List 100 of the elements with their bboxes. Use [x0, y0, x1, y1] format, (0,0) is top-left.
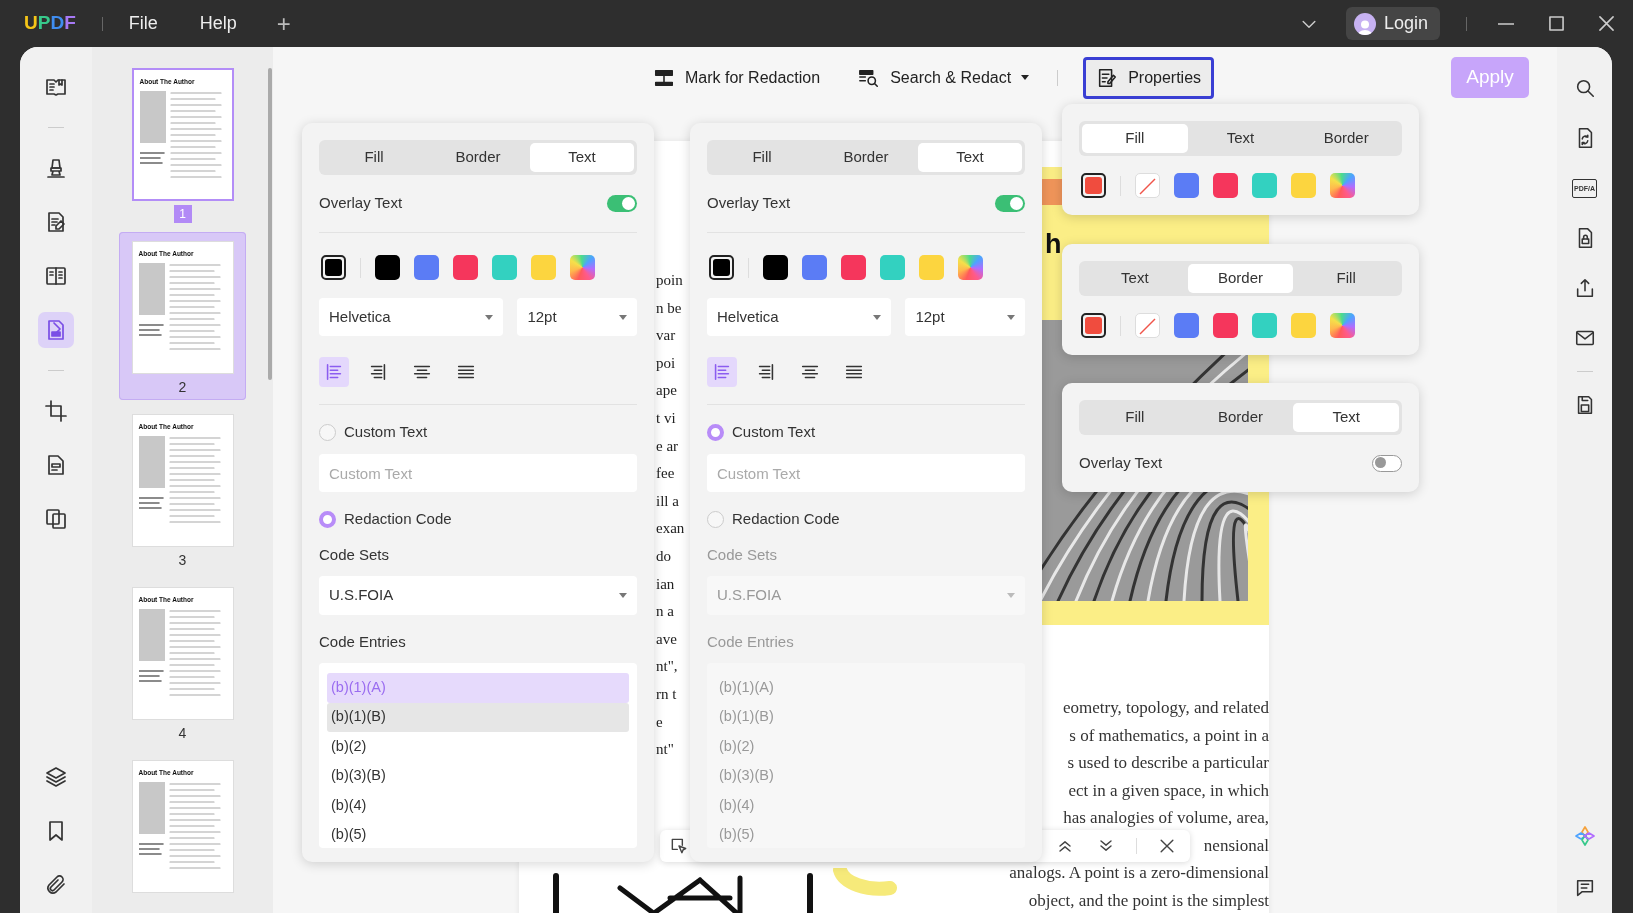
- tab[interactable]: Border: [426, 143, 530, 172]
- color-swatch[interactable]: [492, 255, 517, 280]
- color-swatch[interactable]: [1213, 173, 1238, 198]
- gradient-swatch[interactable]: [958, 255, 983, 280]
- gradient-swatch[interactable]: [1330, 313, 1355, 338]
- current-color-swatch[interactable]: [1081, 313, 1106, 338]
- field-label: Code Sets: [707, 545, 779, 565]
- color-swatch[interactable]: [1291, 173, 1316, 198]
- font-dropdown[interactable]: Helvetica: [319, 298, 504, 336]
- color-swatch[interactable]: [919, 255, 944, 280]
- tab[interactable]: Border: [1187, 403, 1294, 432]
- menu-item[interactable]: File: [128, 10, 158, 37]
- color-swatch[interactable]: [1252, 313, 1277, 338]
- color-swatch[interactable]: [453, 255, 478, 280]
- paperclip-icon: [44, 873, 68, 897]
- color-swatch[interactable]: [1252, 173, 1277, 198]
- body-text: e ar: [656, 436, 680, 456]
- crop-icon: [44, 399, 68, 423]
- color-swatch[interactable]: [1174, 313, 1199, 338]
- body-text: e: [656, 712, 664, 732]
- app-logo: UPDF: [24, 11, 76, 36]
- list-item[interactable]: (b)(2): [327, 732, 629, 762]
- body-text: s used to describe a particular: [1067, 752, 1269, 774]
- font-dropdown[interactable]: Helvetica: [707, 298, 892, 336]
- body-text: s of mathematics, a point in a: [1069, 724, 1269, 747]
- tab[interactable]: Border: [1187, 264, 1294, 293]
- color-swatch[interactable]: [802, 255, 827, 280]
- body-text: poi: [656, 353, 677, 373]
- body-text: ill a: [656, 491, 680, 511]
- radio-option[interactable]: Redaction Code: [319, 507, 452, 531]
- text-input-field[interactable]: Custom Text: [319, 454, 637, 492]
- body-text: ect in a given space, in which: [1068, 779, 1269, 802]
- body-text: ape: [656, 381, 678, 401]
- ai-logo-icon: [1572, 824, 1597, 848]
- size-dropdown[interactable]: 12pt: [517, 298, 637, 336]
- body-text: ian: [656, 574, 676, 594]
- code-set-dropdown[interactable]: U.S.FOIA: [319, 576, 637, 615]
- text-input-field[interactable]: Custom Text: [707, 454, 1025, 492]
- align-left-button[interactable]: [319, 357, 349, 387]
- tab[interactable]: Text: [1082, 264, 1188, 293]
- layers-icon: [44, 765, 68, 789]
- scrollbar[interactable]: [268, 68, 272, 380]
- color-swatch[interactable]: [414, 255, 439, 280]
- body-text: nensional: [1203, 834, 1269, 857]
- gradient-swatch[interactable]: [1330, 173, 1355, 198]
- tab[interactable]: Fill: [710, 143, 814, 172]
- caret-icon: [1021, 75, 1030, 80]
- menu-item[interactable]: Help: [199, 10, 237, 37]
- body-text: rn t: [656, 684, 678, 704]
- new-tab-button[interactable]: +: [276, 5, 291, 42]
- color-swatch[interactable]: [763, 255, 788, 280]
- tab[interactable]: Fill: [1293, 264, 1399, 293]
- avatar-icon: [1353, 12, 1376, 35]
- tab[interactable]: Fill: [322, 143, 426, 172]
- field-label: Code Entries: [319, 632, 407, 652]
- list-item[interactable]: (b)(1)(B): [327, 702, 629, 732]
- current-color-swatch[interactable]: [321, 255, 346, 280]
- no-color-swatch[interactable]: [1135, 313, 1160, 338]
- toolbar-button[interactable]: Properties: [1086, 59, 1212, 96]
- body-text: do: [656, 546, 672, 566]
- toggle-switch[interactable]: [995, 194, 1025, 212]
- tab[interactable]: Border: [814, 143, 918, 172]
- page-number: 1: [173, 205, 192, 223]
- body-text: var: [656, 326, 677, 346]
- radio-option[interactable]: Redaction Code: [707, 507, 840, 531]
- no-color-swatch[interactable]: [1135, 173, 1160, 198]
- tab[interactable]: Text: [1187, 124, 1294, 153]
- color-swatch[interactable]: [880, 255, 905, 280]
- radio-option[interactable]: Custom Text: [707, 420, 816, 444]
- toolbar-button[interactable]: Search & Redact: [848, 59, 1040, 96]
- color-swatch[interactable]: [375, 255, 400, 280]
- color-swatch[interactable]: [1291, 313, 1316, 338]
- body-text: analogs. A point is a zero-dimensional: [1009, 862, 1269, 884]
- list-item[interactable]: (b)(3)(B): [327, 761, 629, 791]
- tab[interactable]: Text: [918, 143, 1022, 172]
- current-color-swatch[interactable]: [1081, 173, 1106, 198]
- tab[interactable]: Text: [1293, 403, 1399, 432]
- color-swatch[interactable]: [841, 255, 866, 280]
- current-color-swatch[interactable]: [709, 255, 734, 280]
- gradient-swatch[interactable]: [570, 255, 595, 280]
- pages-stack-icon: [44, 507, 68, 531]
- toolbar-button[interactable]: Mark for Redaction: [643, 59, 831, 96]
- tab[interactable]: Fill: [1082, 403, 1188, 432]
- color-swatch[interactable]: [531, 255, 556, 280]
- body-text: has analogies of volume, area,: [1063, 807, 1269, 829]
- list-item[interactable]: (b)(4): [327, 791, 629, 821]
- body-text: ave: [656, 629, 678, 649]
- radio-option[interactable]: Custom Text: [319, 420, 428, 444]
- tab[interactable]: Border: [1293, 124, 1399, 153]
- close-icon: [1598, 16, 1614, 31]
- toggle-switch[interactable]: [607, 194, 637, 212]
- color-swatch[interactable]: [1174, 173, 1199, 198]
- tab[interactable]: Text: [530, 143, 634, 172]
- login-button[interactable]: Login: [1345, 7, 1440, 40]
- toggle-switch[interactable]: [1372, 454, 1402, 472]
- color-swatch[interactable]: [1213, 313, 1238, 338]
- align-left-button[interactable]: [707, 357, 737, 387]
- list-item[interactable]: (b)(5): [327, 820, 629, 848]
- tab[interactable]: Fill: [1082, 124, 1188, 153]
- size-dropdown[interactable]: 12pt: [905, 298, 1025, 336]
